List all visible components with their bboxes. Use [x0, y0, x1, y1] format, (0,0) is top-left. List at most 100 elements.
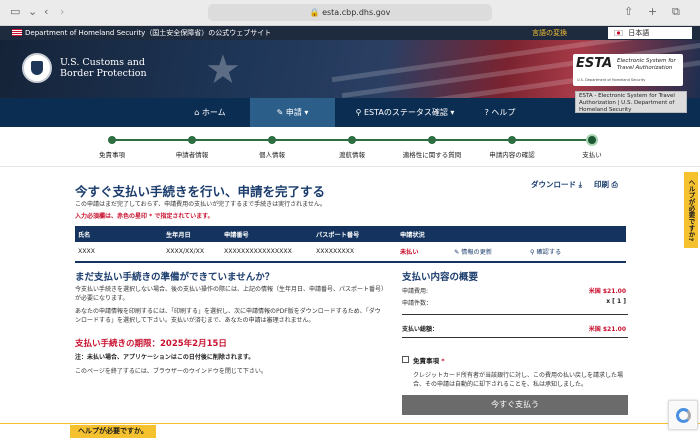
forward-icon[interactable]: ›: [60, 5, 64, 18]
download-icon: ⤓: [576, 180, 582, 189]
language-select[interactable]: 日本語: [608, 27, 692, 39]
disclaimer-checkbox[interactable]: [402, 356, 409, 363]
gov-banner-text: Department of Homeland Security（国土安全保障省）…: [25, 29, 272, 37]
us-flag-icon: [12, 29, 22, 36]
step-label: 申請内容の確認: [489, 151, 535, 159]
column-header: 生年月日: [163, 226, 221, 242]
required-note: 入力必須欄は、赤色の星印 * で指定されています。: [75, 213, 214, 220]
printer-icon: ⎙: [609, 180, 618, 189]
step-dot: [188, 136, 196, 144]
step-label: 支払い: [582, 151, 602, 159]
language-toggle-link[interactable]: 言語の変換: [532, 26, 567, 40]
pay-now-button[interactable]: 今すぐ支払う: [402, 395, 628, 415]
cbp-line1: U.S. Customs and: [60, 57, 145, 68]
deletion-note: 注：未払い場合、アプリケーションはこの日付後に削除されます。: [75, 354, 255, 361]
language-select-value: 日本語: [628, 29, 650, 37]
japan-flag-icon: [614, 30, 623, 36]
cell-status: 未払い: [397, 242, 451, 263]
chevron-down-icon: ▾: [301, 108, 309, 117]
esta-subtitle: U.S. Department of Homeland Security: [577, 78, 646, 82]
browser-toolbar: ▭ ⌄ ‹ › 🔒 esta.cbp.dhs.gov ⇧ + ⧉: [0, 0, 700, 26]
nav-home[interactable]: ⌂ ホーム: [175, 98, 245, 127]
recaptcha-badge[interactable]: [668, 400, 698, 430]
step-dot: [508, 136, 516, 144]
step-label: 免責事項: [99, 151, 125, 159]
disclaimer-label-text: 免責事項: [413, 357, 439, 365]
review-label: 確認する: [536, 249, 562, 256]
step-label: 適格性に関する質問: [402, 151, 462, 159]
column-header: 申請番号: [221, 226, 313, 242]
lock-icon: 🔒: [309, 8, 323, 17]
url-text: esta.cbp.dhs.gov: [322, 8, 391, 17]
dhs-seal-icon: [22, 53, 52, 83]
deadline-value: 2025年2月15日: [160, 339, 227, 349]
new-tab-icon[interactable]: +: [648, 5, 657, 18]
nav-status-label: ESTAのステータス確認: [363, 108, 448, 117]
column-header: [451, 226, 527, 242]
close-window-note: このページを終了するには、ブラウザーのウインドウを閉じて下さい。: [75, 368, 267, 375]
chevron-down-icon[interactable]: ⌄: [28, 5, 37, 18]
update-info-link[interactable]: ✎ 情報の更新: [451, 242, 527, 263]
help-side-label: ヘルプが必要ですか: [687, 178, 695, 238]
not-ready-text-1: 今支払い手続きを選択しない場合、後の支払い操作の際には、上記の情報（生年月日、申…: [75, 286, 385, 302]
nav-apply-label: 申請: [285, 108, 302, 117]
column-header: 氏名: [75, 226, 163, 242]
search-icon: ⚲: [355, 108, 364, 117]
download-label: ダウンロード: [531, 180, 576, 189]
step-dot: [428, 136, 436, 144]
payment-deadline: 支払い手続きの期限：2025年2月15日: [75, 337, 227, 349]
required-asterisk: *: [439, 357, 445, 365]
application-table: 氏名 生年月日 申請番号 パスポート番号 申請状況 XXXX XXXX/XX/X…: [75, 226, 626, 263]
nav-status[interactable]: ⚲ ESTAのステータス確認 ▾: [340, 98, 470, 127]
fee-value: 米国 $21.00: [588, 288, 626, 295]
download-link[interactable]: ダウンロード ⤓: [531, 179, 582, 190]
url-bar[interactable]: 🔒 esta.cbp.dhs.gov: [208, 4, 492, 21]
footer-divider: [0, 423, 700, 424]
step-dot: [268, 136, 276, 144]
nav-help-label: ヘルプ: [491, 108, 516, 117]
print-link[interactable]: 印刷 ⎙: [594, 179, 618, 190]
page-title: 今すぐ支払い手続きを行い、申請を完了する: [75, 184, 326, 199]
step-label: 渡航情報: [339, 151, 365, 159]
back-icon[interactable]: ‹: [44, 5, 48, 18]
total-value: 米国 $21.00: [588, 326, 626, 333]
not-ready-heading: まだ支払い手続きの準備ができていませんか？: [75, 272, 275, 283]
cell-dob: XXXX/XX/XX: [163, 242, 221, 263]
summary-heading: 支払い内容の概要: [402, 272, 479, 283]
step-label: 申請者情報: [175, 151, 209, 159]
nav-apply[interactable]: ✎ 申請 ▾: [250, 98, 335, 127]
summary-divider: [402, 314, 628, 315]
deadline-label: 支払い手続きの期限：: [75, 339, 161, 349]
nav-help[interactable]: ? ヘルプ: [470, 98, 530, 127]
not-ready-text-2: あなたの申請情報を印刷するには、「印刷する」を選択し、次に申請情報のPDF版をダ…: [75, 308, 381, 324]
review-link[interactable]: ⚲ 確認する: [527, 242, 626, 263]
cell-passport-number: XXXXXXXXX: [313, 242, 397, 263]
chevron-down-icon: ▾: [447, 108, 455, 117]
progress-steps: 免責事項 申請者情報 個人情報 渡航情報 適格性に関する質問 申請内容の確認 支…: [0, 127, 700, 167]
esta-logo[interactable]: ESTA Electronic System for Travel Author…: [573, 54, 683, 86]
page-subtitle: この申請はまだ完了しておらず、申請費用の支払いが完了するまで手続きは実行されませ…: [75, 201, 326, 208]
column-header: 申請状況: [397, 226, 451, 242]
share-icon[interactable]: ⇧: [624, 5, 633, 18]
step-dot: [108, 136, 116, 144]
cbp-line2: Border Protection: [60, 68, 147, 79]
nav-home-label: ホーム: [201, 108, 226, 117]
disclaimer-label: 免責事項 *: [413, 355, 445, 365]
help-bottom-tab[interactable]: ヘルプが必要ですか。: [70, 425, 156, 438]
help-side-tab[interactable]: ヘルプが必要ですか?: [684, 172, 698, 248]
tabs-icon[interactable]: ⧉: [672, 5, 680, 19]
count-value: x [ 1 ]: [606, 298, 626, 305]
help-icon: ?: [687, 237, 695, 242]
gov-banner: Department of Homeland Security（国土安全保障省）…: [0, 26, 700, 40]
step-label: 個人情報: [259, 151, 285, 159]
cbp-logo-text[interactable]: U.S. Customs and Border Protection: [60, 57, 147, 79]
esta-title-line1: Electronic System for: [617, 58, 676, 64]
summary-divider: [402, 337, 628, 338]
column-header: [527, 226, 626, 242]
sidebar-toggle-icon[interactable]: ▭: [10, 5, 20, 18]
cell-name: XXXX: [75, 242, 163, 263]
esta-logo-text: ESTA: [576, 56, 613, 71]
print-label: 印刷: [594, 180, 609, 189]
step-dot-current: [588, 136, 596, 144]
disclaimer-text: クレジットカード所有者が当該銀行に対し、この費用の払い戻しを請求した場合、その申…: [413, 372, 624, 388]
